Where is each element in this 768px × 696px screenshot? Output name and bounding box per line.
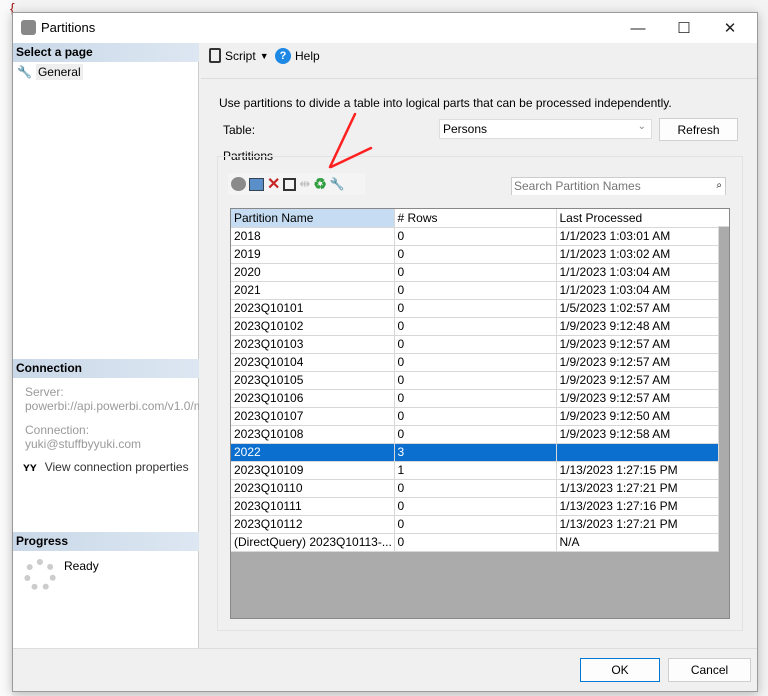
arrow-shaft	[328, 112, 357, 169]
red-arrow-annotation	[328, 112, 373, 169]
